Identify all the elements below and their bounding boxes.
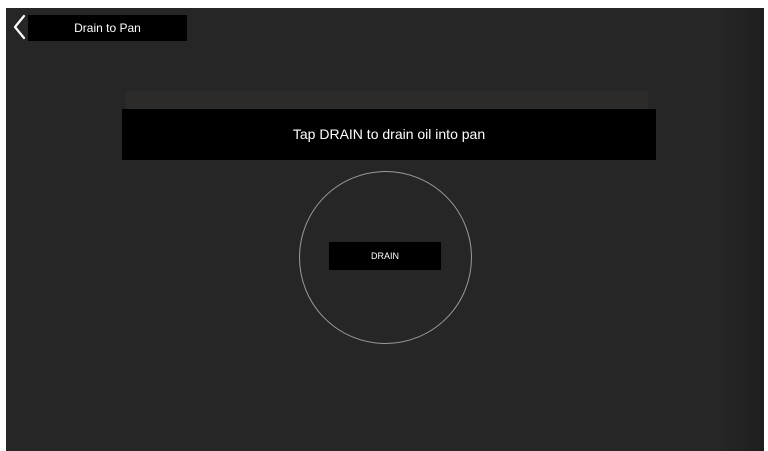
screen: Drain to Pan Tap DRAIN to drain oil into… xyxy=(6,8,764,451)
drain-button[interactable]: DRAIN xyxy=(329,242,441,270)
page-title: Drain to Pan xyxy=(28,15,187,41)
chevron-left-icon[interactable] xyxy=(10,13,30,41)
instruction-header-strip xyxy=(126,91,648,109)
instruction-text: Tap DRAIN to drain oil into pan xyxy=(122,109,656,160)
back-button[interactable] xyxy=(10,13,30,41)
